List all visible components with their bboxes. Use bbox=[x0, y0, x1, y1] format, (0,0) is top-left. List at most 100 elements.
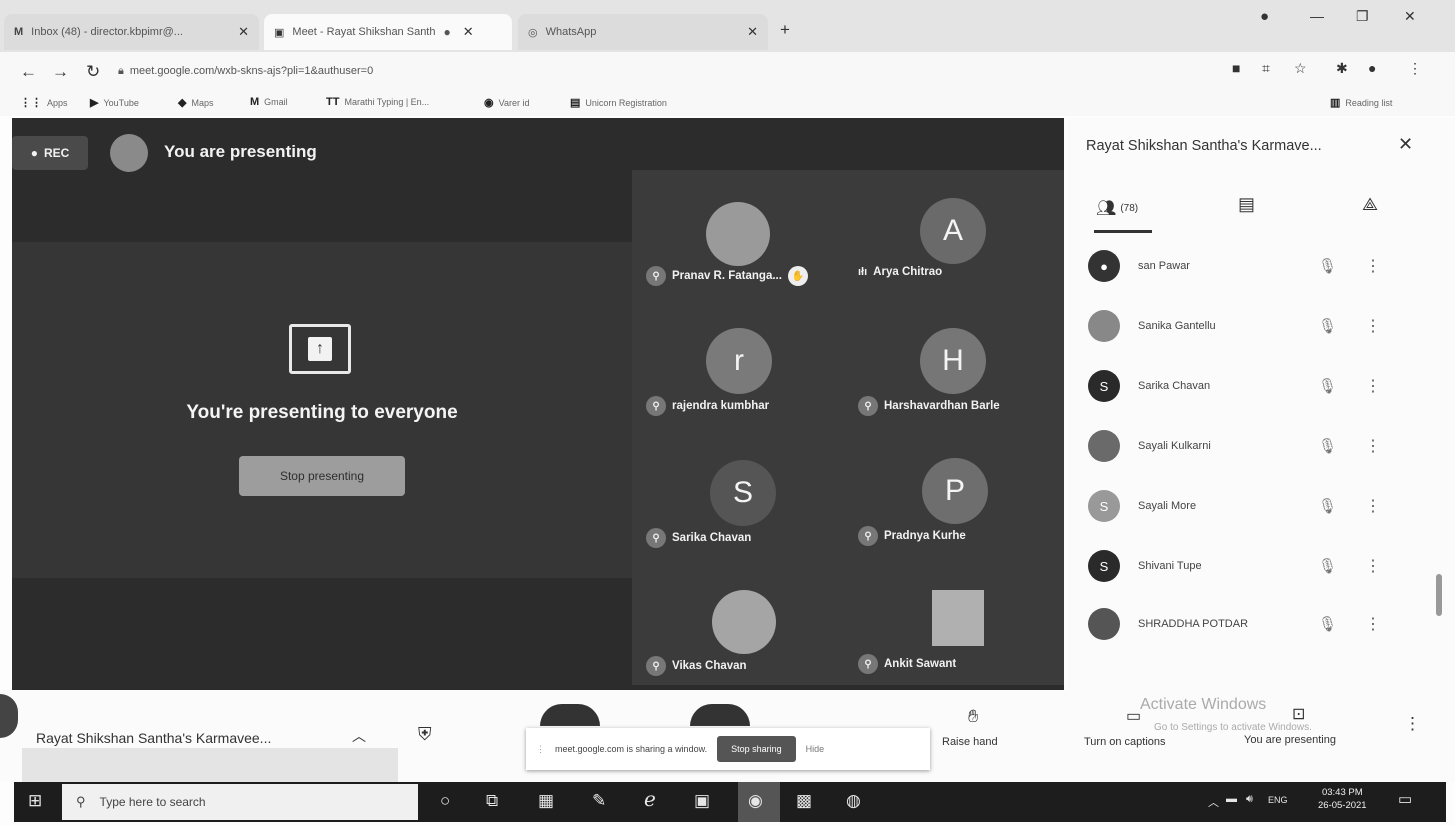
gmail-icon: M bbox=[14, 26, 24, 38]
more-options-icon[interactable]: ⋮ bbox=[1404, 714, 1421, 734]
hide-button[interactable]: Hide bbox=[806, 744, 825, 754]
taskbar-search-box[interactable]: ⚲ Type here to search bbox=[62, 784, 418, 820]
activate-windows-title: Activate Windows bbox=[1140, 696, 1267, 713]
puzzle-icon[interactable]: ✱ bbox=[1336, 60, 1348, 77]
more-vert-icon[interactable]: ⋮ bbox=[1358, 316, 1388, 336]
stop-sharing-button[interactable]: Stop sharing bbox=[717, 736, 796, 762]
windows-start-icon[interactable]: ⊞ bbox=[28, 791, 42, 811]
tab-people[interactable]: 👥︎ (78) bbox=[1096, 198, 1138, 218]
tab-gmail[interactable]: M Inbox (48) - director.kbpimr@... ✕ bbox=[4, 14, 259, 50]
window-close-button[interactable]: ✕ bbox=[1404, 8, 1416, 25]
more-vert-icon[interactable]: ⋮ bbox=[1408, 60, 1422, 77]
tray-chevron-icon[interactable]: ︿ bbox=[1208, 794, 1219, 810]
bookmark-gmail[interactable]: M Gmail bbox=[250, 96, 288, 108]
avatar: ● bbox=[1088, 250, 1120, 282]
panel-title: Rayat Shikshan Santha's Karmave... bbox=[1086, 138, 1322, 154]
presenting-message: You're presenting to everyone bbox=[186, 402, 458, 423]
camera-button[interactable] bbox=[690, 704, 750, 726]
close-icon[interactable]: ✕ bbox=[463, 24, 474, 40]
list-item: S Sarika Chavan 🎙︎ ⋮ bbox=[1088, 366, 1408, 406]
mic-off-icon: ⚲ bbox=[646, 396, 666, 416]
close-icon[interactable]: ✕ bbox=[238, 24, 249, 40]
mic-button[interactable] bbox=[540, 704, 600, 726]
reload-icon[interactable]: ↻ bbox=[86, 62, 100, 82]
more-vert-icon[interactable]: ⋮ bbox=[1358, 436, 1388, 456]
store-icon[interactable]: ▦ bbox=[538, 791, 554, 811]
close-icon[interactable]: ✕ bbox=[747, 24, 758, 40]
back-arrow-icon[interactable]: ← bbox=[20, 62, 37, 82]
camera-icon[interactable]: ■ bbox=[1232, 60, 1240, 76]
star-icon[interactable]: ☆ bbox=[1294, 60, 1307, 77]
more-vert-icon[interactable]: ⋮ bbox=[1358, 376, 1388, 396]
active-tab-indicator bbox=[1094, 230, 1152, 233]
more-vert-icon[interactable]: ⋮ bbox=[1358, 556, 1388, 576]
clock[interactable]: 03:43 PM 26-05-2021 bbox=[1318, 786, 1367, 812]
minimize-button[interactable]: — bbox=[1310, 8, 1324, 24]
bookmark-youtube[interactable]: ▶ YouTube bbox=[90, 96, 139, 109]
bookmark-apps[interactable]: ⋮⋮ Apps bbox=[20, 96, 68, 109]
shield-icon[interactable]: ⛨ bbox=[418, 724, 432, 745]
extension-icon[interactable]: ⌗ bbox=[1262, 60, 1270, 77]
profile-dot-icon[interactable]: ● bbox=[1260, 8, 1269, 25]
taskbar-preview-strip bbox=[22, 748, 398, 782]
reading-list[interactable]: ▥ Reading list bbox=[1330, 96, 1392, 109]
captions-icon[interactable]: ▭ bbox=[1126, 706, 1141, 726]
edge-icon[interactable]: ℯ bbox=[644, 787, 656, 812]
participant-tile-name: ⚲ Sarika Chavan bbox=[646, 528, 751, 548]
globe-icon: ◉ bbox=[484, 97, 494, 109]
participant-avatar: A bbox=[920, 198, 986, 264]
participant-tile-name: ⚲ rajendra kumbhar bbox=[646, 396, 769, 416]
raise-hand-label[interactable]: Raise hand bbox=[942, 736, 998, 748]
more-vert-icon[interactable]: ⋮ bbox=[1358, 256, 1388, 276]
meeting-name[interactable]: Rayat Shikshan Santha's Karmavee... bbox=[36, 730, 271, 746]
chat-icon[interactable]: ▤ bbox=[1238, 194, 1255, 215]
drag-handle-icon[interactable]: ⋮ bbox=[536, 744, 545, 755]
meet-icon: ▣ bbox=[274, 26, 285, 39]
activities-icon[interactable]: ⟁ bbox=[1362, 194, 1378, 215]
whatsapp-icon: ◎ bbox=[528, 26, 538, 39]
bookmark-varer[interactable]: ◉ Varer id bbox=[484, 96, 529, 109]
app-icon[interactable]: ▣ bbox=[694, 791, 710, 811]
apps-grid-icon: ⋮⋮ bbox=[20, 97, 42, 109]
stop-presenting-button[interactable]: Stop presenting bbox=[239, 456, 405, 496]
volume-icon[interactable]: 🔊︎ bbox=[1246, 793, 1253, 806]
language-indicator[interactable]: ENG bbox=[1268, 795, 1288, 805]
more-vert-icon[interactable]: ⋮ bbox=[1358, 496, 1388, 516]
you-presenting-label[interactable]: You are presenting bbox=[1244, 734, 1336, 746]
tab-whatsapp[interactable]: ◎ WhatsApp ✕ bbox=[518, 14, 768, 50]
cortana-icon[interactable]: ○ bbox=[440, 791, 450, 811]
participant-tile-name: ıłı Arya Chitrao bbox=[858, 266, 943, 278]
captions-label[interactable]: Turn on captions bbox=[1084, 736, 1166, 748]
chrome-icon[interactable]: ◉ bbox=[748, 791, 763, 811]
paint-icon[interactable]: ✎ bbox=[592, 791, 606, 811]
new-tab-button[interactable]: + bbox=[780, 20, 790, 40]
panel-scrollbar[interactable] bbox=[1436, 574, 1442, 616]
forward-arrow-icon[interactable]: → bbox=[52, 62, 69, 82]
maps-icon: ◆ bbox=[178, 97, 187, 109]
list-item: Sanika Gantellu 🎙︎ ⋮ bbox=[1088, 306, 1408, 346]
mic-off-icon: 🎙︎ bbox=[1318, 318, 1338, 335]
list-item: S Sayali More 🎙︎ ⋮ bbox=[1088, 486, 1408, 526]
avatar[interactable]: ● bbox=[1368, 60, 1376, 76]
audio-indicator-icon: ● bbox=[443, 25, 451, 39]
present-icon[interactable]: ⊡ bbox=[1292, 704, 1305, 724]
url-field[interactable]: 🔒︎ meet.google.com/wxb-skns-ajs?pli=1&au… bbox=[118, 58, 1218, 84]
task-view-icon[interactable]: ⧉ bbox=[486, 791, 498, 811]
more-vert-icon[interactable]: ⋮ bbox=[1358, 614, 1388, 634]
avatar: S bbox=[1088, 370, 1120, 402]
chevron-up-icon[interactable]: ︿ bbox=[352, 726, 366, 746]
maximize-button[interactable]: ❐ bbox=[1356, 8, 1369, 25]
battery-icon[interactable]: ▬ bbox=[1226, 793, 1237, 805]
participant-grid bbox=[632, 170, 1064, 685]
tab-meet[interactable]: ▣ Meet - Rayat Shikshan Santh ● ✕ bbox=[264, 14, 512, 50]
bookmark-marathi[interactable]: TT Marathi Typing | En... bbox=[326, 96, 429, 108]
participant-tile-name: ⚲ Harshavardhan Barle bbox=[858, 396, 1000, 416]
notification-icon[interactable]: ▭ bbox=[1398, 790, 1412, 808]
bookmark-maps[interactable]: ◆ Maps bbox=[178, 96, 213, 109]
bookmark-unicorn[interactable]: ▤ Unicorn Registration bbox=[570, 96, 667, 109]
chrome-alt-icon[interactable]: ◍ bbox=[846, 791, 861, 811]
raise-hand-icon[interactable]: ✋︎ bbox=[968, 706, 978, 727]
panel-close-button[interactable]: ✕ bbox=[1398, 134, 1413, 155]
word-icon[interactable]: ▩ bbox=[796, 791, 812, 811]
avatar: S bbox=[1088, 490, 1120, 522]
